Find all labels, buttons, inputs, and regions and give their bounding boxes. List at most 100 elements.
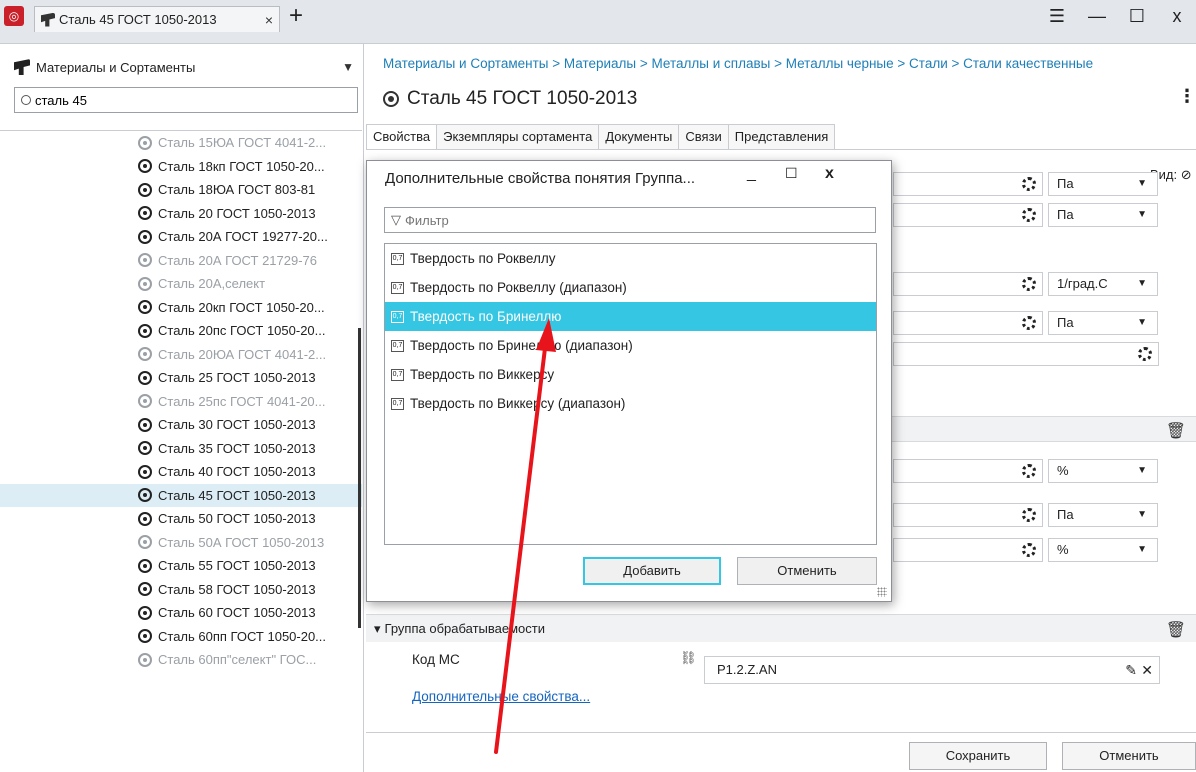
property-value-field[interactable] xyxy=(893,342,1159,366)
edit-icon[interactable]: ✎ xyxy=(1125,657,1137,683)
unit-select[interactable]: % ▼ xyxy=(1048,538,1158,562)
trash-icon[interactable]: 🗑 xyxy=(1166,421,1186,441)
tree-item[interactable]: Сталь 40 ГОСТ 1050-2013 xyxy=(0,460,362,484)
property-list-item[interactable]: 0,7 Твердость по Виккерсу (диапазон) xyxy=(385,389,876,418)
gear-icon[interactable] xyxy=(1022,464,1036,478)
additional-properties-link[interactable]: Дополнительные свойства... xyxy=(412,689,590,704)
tree-item[interactable]: Сталь 20А ГОСТ 21729-76 xyxy=(0,249,362,273)
tab-divider xyxy=(366,149,1196,150)
property-value-field[interactable] xyxy=(893,459,1043,483)
minimize-button[interactable]: — xyxy=(1084,6,1110,27)
link-icon[interactable]: ⛓ xyxy=(680,650,697,666)
dialog-cancel-button[interactable]: Отменить xyxy=(737,557,877,585)
gear-icon[interactable] xyxy=(1022,177,1036,191)
clear-icon[interactable]: ✕ xyxy=(1141,657,1153,683)
tab-properties[interactable]: Свойства xyxy=(366,124,438,150)
tree-item[interactable]: Сталь 60 ГОСТ 1050-2013 xyxy=(0,601,362,625)
document-tab[interactable]: Сталь 45 ГОСТ 1050-2013 × xyxy=(34,6,280,32)
cancel-button[interactable]: Отменить xyxy=(1062,742,1196,770)
breadcrumb[interactable]: Материалы и Сортаменты > Материалы > Мет… xyxy=(383,56,1193,76)
hide-icon[interactable]: ⊘ xyxy=(1181,167,1192,182)
property-value-field[interactable] xyxy=(893,272,1043,296)
numeric-property-icon: 0,7 xyxy=(391,397,404,410)
tree-item[interactable]: Сталь 58 ГОСТ 1050-2013 xyxy=(0,578,362,602)
tree-item[interactable]: Сталь 20 ГОСТ 1050-2013 xyxy=(0,202,362,226)
dialog-close-button[interactable]: x xyxy=(825,165,834,183)
add-button[interactable]: Добавить xyxy=(583,557,721,585)
menu-icon[interactable]: ☰ xyxy=(1044,6,1070,27)
tree-item[interactable]: Сталь 20ЮА ГОСТ 4041-2... xyxy=(0,343,362,367)
tab-assortment-instances[interactable]: Экземпляры сортамента xyxy=(437,124,600,150)
chevron-down-icon[interactable]: ▾ xyxy=(374,621,381,637)
property-value-field[interactable] xyxy=(893,203,1043,227)
property-list-item[interactable]: 0,7 Твердость по Бринеллю xyxy=(385,302,876,331)
close-window-button[interactable]: x xyxy=(1164,6,1190,27)
trash-icon[interactable]: 🗑 xyxy=(1166,620,1186,640)
tree-item[interactable]: Сталь 20пс ГОСТ 1050-20... xyxy=(0,319,362,343)
maximize-button[interactable]: ☐ xyxy=(1124,6,1150,27)
property-list-item[interactable]: 0,7 Твердость по Бринеллю (диапазон) xyxy=(385,331,876,360)
gear-icon[interactable] xyxy=(1022,508,1036,522)
unit-select[interactable]: Па ▼ xyxy=(1048,311,1158,335)
gear-icon[interactable] xyxy=(1022,208,1036,222)
new-tab-button[interactable]: + xyxy=(282,2,310,30)
gear-icon[interactable] xyxy=(1022,543,1036,557)
tree-scrollbar[interactable] xyxy=(358,328,361,628)
material-icon xyxy=(138,394,152,409)
tree-item[interactable]: Сталь 30 ГОСТ 1050-2013 xyxy=(0,413,362,437)
tree-item[interactable]: Сталь 25пс ГОСТ 4041-20... xyxy=(0,390,362,414)
app-logo-icon[interactable]: ◎ xyxy=(4,6,24,26)
property-list-item[interactable]: 0,7 Твердость по Роквеллу (диапазон) xyxy=(385,273,876,302)
tree-item[interactable]: Сталь 35 ГОСТ 1050-2013 xyxy=(0,437,362,461)
kod-value-field[interactable]: P1.2.Z.AN ✎ ✕ xyxy=(704,656,1160,684)
tab-documents[interactable]: Документы xyxy=(599,124,680,150)
property-list-item[interactable]: 0,7 Твердость по Роквеллу xyxy=(385,244,876,273)
chevron-down-icon[interactable]: ▼ xyxy=(342,60,354,74)
dialog-minimize-button[interactable]: _ xyxy=(747,165,756,183)
gear-icon[interactable] xyxy=(1022,316,1036,330)
machinability-group-header[interactable]: ▾ Группа обрабатываемости 🗑 xyxy=(366,614,1196,642)
save-button[interactable]: Сохранить xyxy=(909,742,1047,770)
tree-item[interactable]: Сталь 18ЮА ГОСТ 803-81 xyxy=(0,178,362,202)
tree-item[interactable]: Сталь 50 ГОСТ 1050-2013 xyxy=(0,507,362,531)
close-tab-icon[interactable]: × xyxy=(265,12,273,28)
tab-representations[interactable]: Представления xyxy=(728,124,836,150)
unit-select[interactable]: 1/град.С ▼ xyxy=(1048,272,1158,296)
tree-item[interactable]: Сталь 55 ГОСТ 1050-2013 xyxy=(0,554,362,578)
gear-icon[interactable] xyxy=(1138,347,1152,361)
chevron-down-icon: ▼ xyxy=(1137,465,1147,476)
dialog-maximize-button[interactable]: ☐ xyxy=(785,165,798,182)
tree-item[interactable]: Сталь 20кп ГОСТ 1050-20... xyxy=(0,296,362,320)
property-value-field[interactable] xyxy=(893,503,1043,527)
material-icon xyxy=(138,206,152,221)
unit-select[interactable]: Па ▼ xyxy=(1048,203,1158,227)
library-selector[interactable]: Материалы и Сортаменты ▼ xyxy=(14,54,354,80)
dialog-filter-box[interactable]: ▽ xyxy=(384,207,876,233)
more-options-icon[interactable]: ⋮ xyxy=(1178,86,1196,107)
property-value-field[interactable] xyxy=(893,538,1043,562)
material-icon xyxy=(138,323,152,338)
chevron-down-icon: ▼ xyxy=(1137,278,1147,289)
dialog-filter-input[interactable] xyxy=(405,212,845,228)
tab-links[interactable]: Связи xyxy=(679,124,729,150)
tree-item[interactable]: Сталь 20А ГОСТ 19277-20... xyxy=(0,225,362,249)
tree-item[interactable]: Сталь 15ЮА ГОСТ 4041-2... xyxy=(0,131,362,155)
property-value-field[interactable] xyxy=(893,172,1043,196)
unit-select[interactable]: Па ▼ xyxy=(1048,172,1158,196)
gear-icon[interactable] xyxy=(1022,277,1036,291)
unit-select[interactable]: % ▼ xyxy=(1048,459,1158,483)
tree-item[interactable]: Сталь 60пп ГОСТ 1050-20... xyxy=(0,625,362,649)
tree-item[interactable]: Сталь 20А,селект xyxy=(0,272,362,296)
tree-search-input[interactable] xyxy=(35,92,335,108)
tree-item[interactable]: Сталь 18кп ГОСТ 1050-20... xyxy=(0,155,362,179)
property-list-item[interactable]: 0,7 Твердость по Виккерсу xyxy=(385,360,876,389)
property-value-field[interactable] xyxy=(893,311,1043,335)
tree-item[interactable]: Сталь 45 ГОСТ 1050-2013 xyxy=(0,483,362,507)
tree-item-label: Сталь 18кп ГОСТ 1050-20... xyxy=(158,158,325,174)
tree-item[interactable]: Сталь 50А ГОСТ 1050-2013 xyxy=(0,531,362,555)
unit-select[interactable]: Па ▼ xyxy=(1048,503,1158,527)
tree-search-box[interactable] xyxy=(14,87,358,113)
tree-item[interactable]: Сталь 60пп"селект" ГОС... xyxy=(0,648,362,672)
tree-item[interactable]: Сталь 25 ГОСТ 1050-2013 xyxy=(0,366,362,390)
resize-grip-icon[interactable] xyxy=(877,587,887,597)
